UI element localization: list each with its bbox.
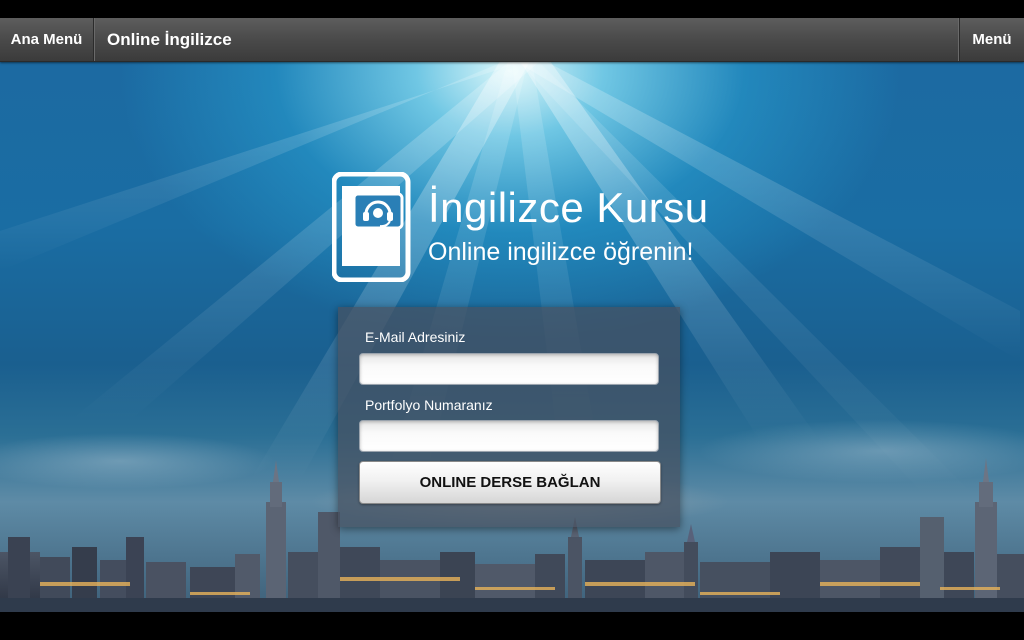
- bottom-black-bar: [0, 612, 1024, 640]
- app-screen: Ana Menü Online İngilizce Menü İngilizce…: [0, 0, 1024, 640]
- join-lesson-button[interactable]: ONLINE DERSE BAĞLAN: [359, 461, 661, 504]
- portfolio-number-input[interactable]: [359, 420, 659, 452]
- logo-subtitle: Online ingilizce öğrenin!: [428, 238, 694, 266]
- logo-title: İngilizce Kursu: [428, 184, 709, 231]
- tablet-headset-icon: [332, 172, 411, 282]
- portfolio-label: Portfolyo Numaranız: [365, 397, 493, 413]
- login-panel: E-Mail Adresiniz Portfolyo Numaranız ONL…: [338, 307, 680, 527]
- email-input[interactable]: [359, 353, 659, 385]
- email-label: E-Mail Adresiniz: [365, 329, 466, 345]
- brand-logo: İngilizce Kursu Online ingilizce öğrenin…: [332, 172, 708, 282]
- app-header: Ana Menü Online İngilizce Menü: [0, 18, 1024, 62]
- top-black-bar: [0, 0, 1024, 18]
- menu-button[interactable]: Menü: [959, 18, 1024, 61]
- main-menu-button[interactable]: Ana Menü: [0, 18, 94, 61]
- page-title: Online İngilizce: [107, 29, 232, 49]
